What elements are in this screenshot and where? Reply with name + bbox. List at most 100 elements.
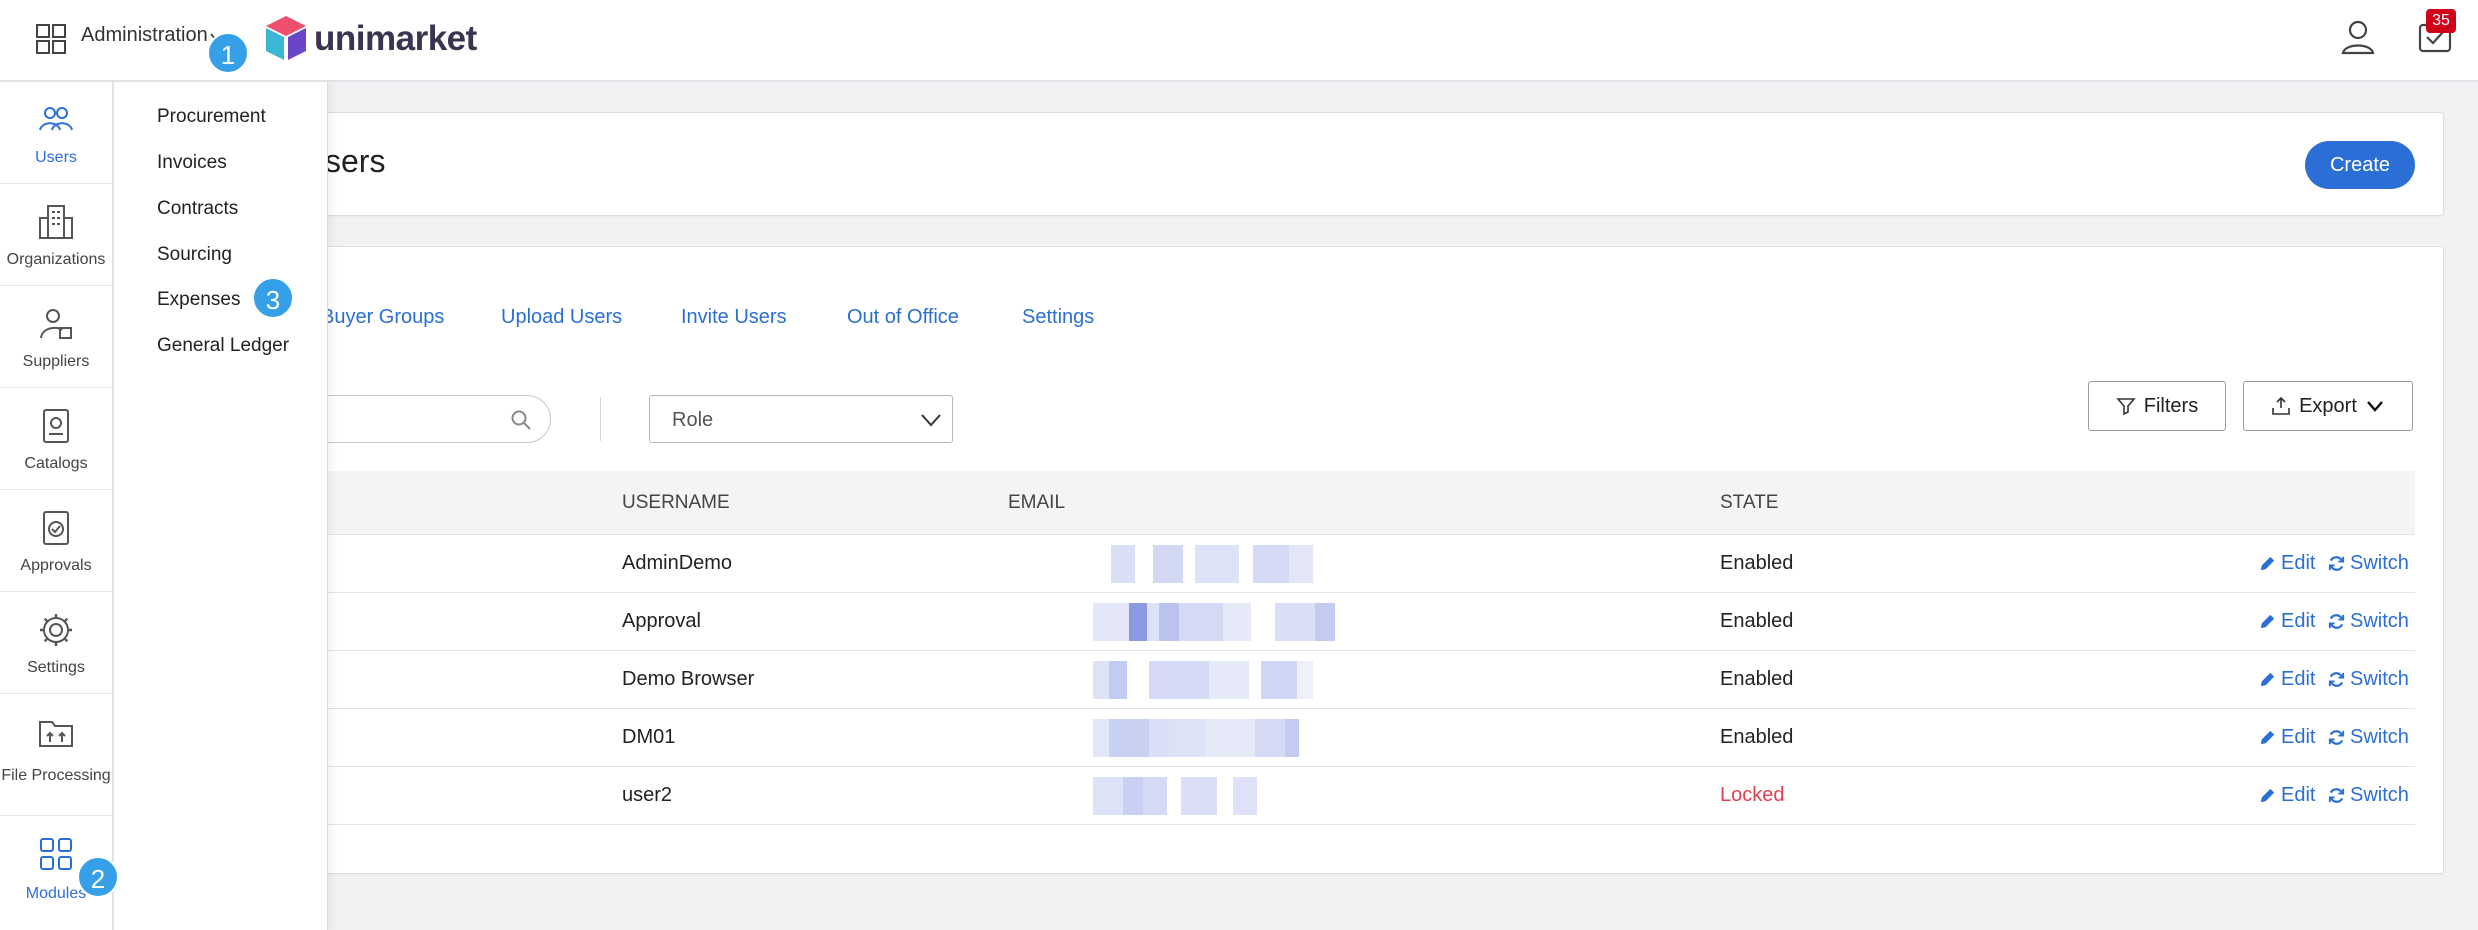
tab-invite-users[interactable]: Invite Users bbox=[681, 306, 787, 329]
toolbar-divider bbox=[600, 397, 601, 441]
tab-buyer-groups[interactable]: Buyer Groups bbox=[321, 306, 444, 329]
refresh-icon bbox=[2328, 672, 2345, 687]
pencil-icon bbox=[2260, 672, 2275, 687]
column-header-state[interactable]: STATE bbox=[1720, 492, 1778, 514]
nav-item-catalogs[interactable]: Catalogs bbox=[0, 388, 112, 490]
nav-label: Catalogs bbox=[24, 455, 88, 472]
edit-label: Edit bbox=[2281, 784, 2316, 806]
notification-badge: 35 bbox=[2426, 9, 2456, 33]
brand-logo[interactable]: unimarket bbox=[264, 14, 477, 64]
export-button[interactable]: Export bbox=[2243, 381, 2413, 431]
pencil-icon bbox=[2260, 556, 2275, 571]
nav-label: Settings bbox=[27, 659, 85, 676]
refresh-icon bbox=[2328, 730, 2345, 745]
nav-label: Suppliers bbox=[22, 353, 90, 370]
state-cell: Enabled bbox=[1720, 552, 1794, 574]
tab-out-of-office[interactable]: Out of Office bbox=[847, 306, 959, 329]
supplier-icon bbox=[40, 309, 72, 339]
tab-upload-users[interactable]: Upload Users bbox=[501, 306, 622, 329]
building-icon bbox=[39, 205, 73, 239]
module-item-general-ledger[interactable]: General Ledger bbox=[157, 335, 289, 357]
nav-item-settings[interactable]: Settings bbox=[0, 592, 112, 694]
switch-label: Switch bbox=[2350, 726, 2409, 748]
pencil-icon bbox=[2260, 788, 2275, 803]
export-label: Export bbox=[2299, 394, 2357, 417]
table-row: user2 Locked Edit Switch bbox=[215, 767, 2415, 825]
switch-label: Switch bbox=[2350, 668, 2409, 690]
nav-item-suppliers[interactable]: Suppliers bbox=[0, 286, 112, 388]
tab-label: Buyer Groups bbox=[321, 306, 445, 328]
table-header: USERNAME EMAIL STATE bbox=[215, 471, 2415, 535]
column-header-username[interactable]: USERNAME bbox=[622, 492, 730, 514]
filters-button[interactable]: Filters bbox=[2088, 381, 2226, 431]
modules-grid-icon bbox=[40, 838, 72, 870]
switch-action[interactable]: Switch bbox=[2327, 784, 2409, 807]
redacted-email bbox=[1093, 777, 1393, 815]
redacted-email bbox=[1093, 545, 1393, 583]
module-switcher[interactable]: Administration bbox=[81, 24, 208, 47]
state-cell: Enabled bbox=[1720, 610, 1794, 632]
module-item-contracts[interactable]: Contracts bbox=[157, 198, 238, 220]
module-item-invoices[interactable]: Invoices bbox=[157, 152, 227, 174]
create-button[interactable]: Create bbox=[2305, 141, 2415, 189]
filter-funnel-icon bbox=[2116, 398, 2136, 416]
role-select[interactable]: Role bbox=[649, 395, 953, 443]
approval-icon bbox=[43, 511, 69, 545]
refresh-icon bbox=[2328, 556, 2345, 571]
top-bar: Administration unimarket 35 bbox=[0, 0, 2478, 82]
left-nav-rail: Users Organizations Suppliers Catalogs A… bbox=[0, 82, 114, 930]
edit-label: Edit bbox=[2281, 726, 2316, 748]
state-cell: Enabled bbox=[1720, 726, 1794, 748]
column-header-email[interactable]: EMAIL bbox=[1008, 492, 1065, 514]
username-cell: user2 bbox=[622, 784, 673, 806]
username-cell: Approval bbox=[622, 610, 701, 632]
nav-item-users[interactable]: Users bbox=[0, 82, 112, 184]
nav-item-organizations[interactable]: Organizations bbox=[0, 184, 112, 286]
edit-action[interactable]: Edit bbox=[2258, 610, 2315, 633]
nav-label: Users bbox=[35, 149, 77, 166]
unimarket-logo-icon bbox=[266, 16, 306, 60]
search-icon[interactable] bbox=[510, 409, 532, 431]
state-cell: Enabled bbox=[1720, 668, 1794, 690]
nav-label: File Processing bbox=[1, 767, 111, 784]
refresh-icon bbox=[2328, 788, 2345, 803]
table-row: r Demo Browser Enabled Edit Switch bbox=[215, 651, 2415, 709]
redacted-email bbox=[1093, 661, 1393, 699]
pencil-icon bbox=[2260, 614, 2275, 629]
pencil-icon bbox=[2260, 730, 2275, 745]
switch-action[interactable]: Switch bbox=[2327, 726, 2409, 749]
catalog-icon bbox=[43, 409, 69, 443]
edit-label: Edit bbox=[2281, 668, 2316, 690]
username-cell: AdminDemo bbox=[622, 552, 733, 574]
nav-item-approvals[interactable]: Approvals bbox=[0, 490, 112, 592]
nav-item-file-processing[interactable]: File Processing bbox=[0, 694, 112, 816]
switch-action[interactable]: Switch bbox=[2327, 668, 2409, 691]
user-profile-icon[interactable] bbox=[2338, 17, 2378, 57]
modules-flyout-menu: Procurement Invoices Contracts Sourcing … bbox=[114, 82, 328, 930]
edit-label: Edit bbox=[2281, 552, 2316, 574]
switch-action[interactable]: Switch bbox=[2327, 552, 2409, 575]
table-row: r DM01 Enabled Edit Switch bbox=[215, 709, 2415, 767]
switch-action[interactable]: Switch bbox=[2327, 610, 2409, 633]
edit-action[interactable]: Edit bbox=[2258, 668, 2315, 691]
export-icon bbox=[2272, 396, 2290, 415]
page-header-card: sers Create bbox=[114, 112, 2444, 216]
tab-settings[interactable]: Settings bbox=[1022, 306, 1094, 329]
module-item-procurement[interactable]: Procurement bbox=[157, 106, 266, 128]
step-marker-3: 3 bbox=[252, 277, 294, 319]
switch-label: Switch bbox=[2350, 610, 2409, 632]
redacted-email bbox=[1093, 603, 1393, 641]
step-marker-2: 2 bbox=[77, 856, 119, 898]
username-cell: Demo Browser bbox=[622, 668, 755, 690]
page-title: sers bbox=[325, 143, 386, 179]
module-item-sourcing[interactable]: Sourcing bbox=[157, 244, 232, 266]
chevron-down-icon bbox=[921, 414, 941, 427]
users-list-card: Buyer Groups Upload Users Invite Users O… bbox=[114, 246, 2444, 874]
edit-action[interactable]: Edit bbox=[2258, 784, 2315, 807]
module-item-expenses[interactable]: Expenses bbox=[157, 289, 240, 311]
nav-label: Organizations bbox=[6, 251, 106, 268]
role-select-value: Role bbox=[672, 409, 714, 431]
edit-action[interactable]: Edit bbox=[2258, 726, 2315, 749]
edit-action[interactable]: Edit bbox=[2258, 552, 2315, 575]
app-grid-icon[interactable] bbox=[36, 24, 66, 54]
